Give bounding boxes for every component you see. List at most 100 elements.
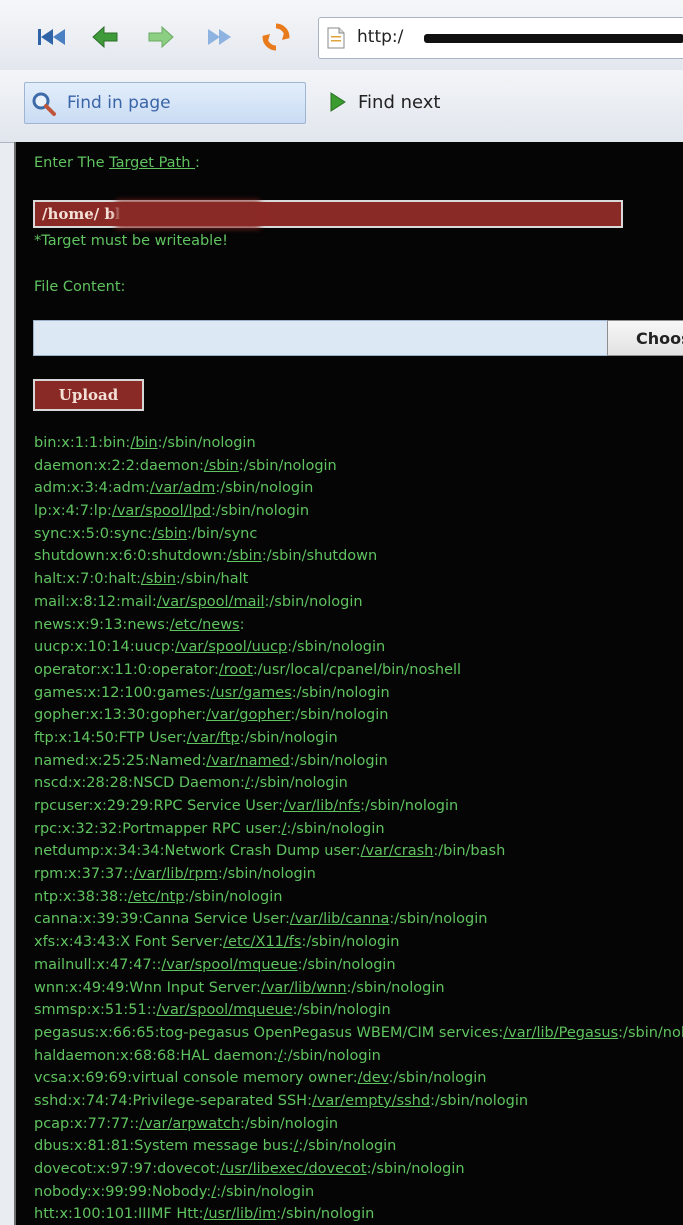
passwd-entry: news:x:9:13:news:/etc/news: — [34, 614, 683, 637]
entry-prefix: rpcuser:x:29:29:RPC Service User: — [34, 798, 283, 814]
page-icon — [327, 27, 345, 49]
home-dir-link[interactable]: /var/lib/wnn — [261, 980, 347, 996]
passwd-entry: ntp:x:38:38::/etc/ntp:/sbin/nologin — [34, 886, 683, 909]
passwd-entry: mailnull:x:47:47::/var/spool/mqueue:/sbi… — [34, 954, 683, 977]
entry-prefix: lp:x:4:7:lp: — [34, 503, 112, 520]
passwd-entry: mail:x:8:12:mail:/var/spool/mail:/sbin/n… — [34, 591, 683, 614]
entry-shell: :/sbin/nologin — [360, 798, 459, 814]
home-dir-link[interactable]: /sbin — [227, 548, 262, 564]
home-dir-link[interactable]: /etc/X11/fs — [223, 934, 301, 950]
home-dir-link[interactable]: /usr/games — [211, 685, 292, 701]
home-dir-link[interactable]: /etc/news — [170, 617, 240, 633]
address-bar[interactable]: http:/ — [318, 17, 683, 59]
entry-shell: :/sbin/nologin — [388, 1070, 487, 1087]
play-arrow-icon — [330, 92, 346, 112]
passwd-entry: games:x:12:100:games:/usr/games:/sbin/no… — [34, 682, 683, 705]
entry-shell: :/sbin/nologin — [289, 752, 388, 769]
home-dir-link[interactable]: /var/spool/mail — [157, 594, 265, 610]
file-content-label: File Content: — [34, 279, 126, 295]
entry-prefix: halt:x:7:0:halt: — [34, 571, 142, 588]
home-dir-link[interactable]: /var/spool/mqueue — [156, 1002, 292, 1018]
home-dir-link[interactable]: /var/arpwatch — [139, 1116, 240, 1132]
entry-shell: :/sbin/nologin — [366, 1161, 465, 1177]
back-arrow-icon[interactable] — [88, 20, 122, 54]
home-dir-link[interactable]: /var/lib/Pegasus — [503, 1025, 618, 1041]
home-dir-link[interactable]: /var/gopher — [206, 707, 290, 723]
url-redaction-bar — [424, 34, 683, 43]
home-dir-link[interactable]: /bin — [130, 435, 157, 451]
entry-prefix: games:x:12:100:games: — [34, 684, 211, 701]
home-dir-link[interactable]: /var/empty/sshd — [312, 1093, 430, 1109]
entry-prefix: nscd:x:28:28:NSCD Daemon: — [34, 775, 245, 792]
entry-prefix: shutdown:x:6:0:shutdown: — [34, 548, 227, 565]
file-path-input[interactable] — [33, 320, 609, 356]
home-dir-link[interactable]: /sbin — [152, 526, 187, 542]
home-dir-link[interactable]: /usr/libexec/dovecot — [220, 1161, 366, 1177]
home-dir-link[interactable]: /etc/ntp — [128, 889, 184, 905]
entry-prefix: ntp:x:38:38:: — [34, 888, 128, 905]
home-dir-link[interactable]: /dev — [358, 1070, 389, 1086]
entry-shell: :/sbin/nologin — [157, 435, 256, 451]
entry-prefix: adm:x:3:4:adm: — [34, 480, 150, 497]
passwd-entry: nscd:x:28:28:NSCD Daemon:/:/sbin/nologin — [34, 772, 683, 795]
target-path-label: Enter The Target Path : — [34, 155, 200, 171]
passwd-entry: dovecot:x:97:97:dovecot:/usr/libexec/dov… — [34, 1158, 683, 1181]
passwd-entry: rpc:x:32:32:Portmapper RPC user:/:/sbin/… — [34, 818, 683, 841]
browser-toolbar: http:/ — [0, 0, 683, 71]
entry-shell: : — [239, 616, 245, 633]
passwd-entry: bin:x:1:1:bin:/bin:/sbin/nologin — [34, 432, 683, 455]
entry-shell: :/bin/bash — [433, 843, 506, 860]
entry-prefix: nobody:x:99:99:Nobody: — [34, 1183, 212, 1200]
home-dir-link[interactable]: /var/spool/mqueue — [161, 957, 297, 973]
entry-prefix: named:x:25:25:Named: — [34, 752, 207, 769]
passwd-entry: sync:x:5:0:sync:/sbin:/bin/sync — [34, 523, 683, 546]
entry-prefix: bin:x:1:1:bin: — [34, 435, 131, 451]
entry-shell: :/sbin/nologin — [184, 888, 283, 905]
choose-file-button[interactable]: Choose — [607, 320, 683, 356]
magnifier-icon — [32, 92, 56, 116]
passwd-entry: sshd:x:74:74:Privilege-separated SSH:/va… — [34, 1090, 683, 1113]
home-dir-link[interactable]: /var/crash — [361, 843, 434, 859]
home-dir-link[interactable]: /var/spool/lpd — [112, 503, 211, 519]
entry-shell: :/sbin/nologin — [389, 911, 488, 928]
home-dir-link[interactable]: /var/lib/rpm — [133, 866, 218, 882]
browser-window: { "browser": { "url_text": "http:/" }, "… — [0, 0, 683, 1225]
find-next-button[interactable]: Find next — [326, 84, 440, 120]
target-path-input[interactable]: /home/ blic_html — [33, 200, 623, 228]
upload-button[interactable]: Upload — [33, 379, 144, 411]
entry-shell: :/sbin/nologin — [264, 593, 363, 610]
home-dir-link[interactable]: /root — [219, 662, 253, 678]
entry-prefix: pegasus:x:66:65:tog-pegasus OpenPegasus … — [34, 1024, 504, 1041]
entry-shell: :/sbin/nologin — [217, 866, 316, 883]
entry-shell: :/sbin/nologin — [618, 1024, 683, 1041]
entry-shell: :/sbin/nologin — [297, 956, 396, 973]
home-dir-link[interactable]: /var/adm — [150, 480, 215, 496]
passwd-entry: pegasus:x:66:65:tog-pegasus OpenPegasus … — [34, 1022, 683, 1045]
passwd-entry: canna:x:39:39:Canna Service User:/var/li… — [34, 908, 683, 931]
passwd-entry: halt:x:7:0:halt:/sbin:/sbin/halt — [34, 568, 683, 591]
fast-forward-icon[interactable] — [203, 20, 237, 54]
forward-arrow-icon[interactable] — [144, 20, 178, 54]
entry-prefix: dbus:x:81:81:System message bus: — [34, 1138, 294, 1155]
home-dir-link[interactable]: /var/lib/nfs — [283, 798, 360, 814]
home-dir-link[interactable]: /sbin — [141, 571, 176, 587]
home-dir-link[interactable]: /var/lib/canna — [290, 911, 389, 927]
entry-prefix: sshd:x:74:74:Privilege-separated SSH: — [34, 1092, 312, 1109]
passwd-entry: smmsp:x:51:51::/var/spool/mqueue:/sbin/n… — [34, 999, 683, 1022]
passwd-entry: gopher:x:13:30:gopher:/var/gopher:/sbin/… — [34, 704, 683, 727]
home-dir-link[interactable]: /var/ftp — [187, 730, 240, 746]
rewind-icon[interactable] — [34, 20, 68, 54]
entry-shell: :/sbin/halt — [175, 571, 249, 588]
reload-icon[interactable] — [259, 20, 293, 54]
home-dir-link[interactable]: /usr/lib/im — [203, 1206, 276, 1222]
entry-prefix: canna:x:39:39:Canna Service User: — [34, 911, 290, 928]
entry-shell: :/sbin/nologin — [292, 1002, 391, 1019]
target-path-link[interactable]: Target Path — [109, 155, 195, 171]
home-dir-link[interactable]: /var/named — [206, 753, 290, 769]
redaction-blur — [122, 207, 254, 222]
home-dir-link[interactable]: /var/spool/uucp — [175, 639, 287, 655]
entry-prefix: mailnull:x:47:47:: — [34, 956, 162, 973]
entry-prefix: mail:x:8:12:mail: — [34, 593, 157, 610]
home-dir-link[interactable]: /sbin — [204, 458, 239, 474]
find-in-page-input[interactable]: Find in page — [24, 82, 306, 124]
